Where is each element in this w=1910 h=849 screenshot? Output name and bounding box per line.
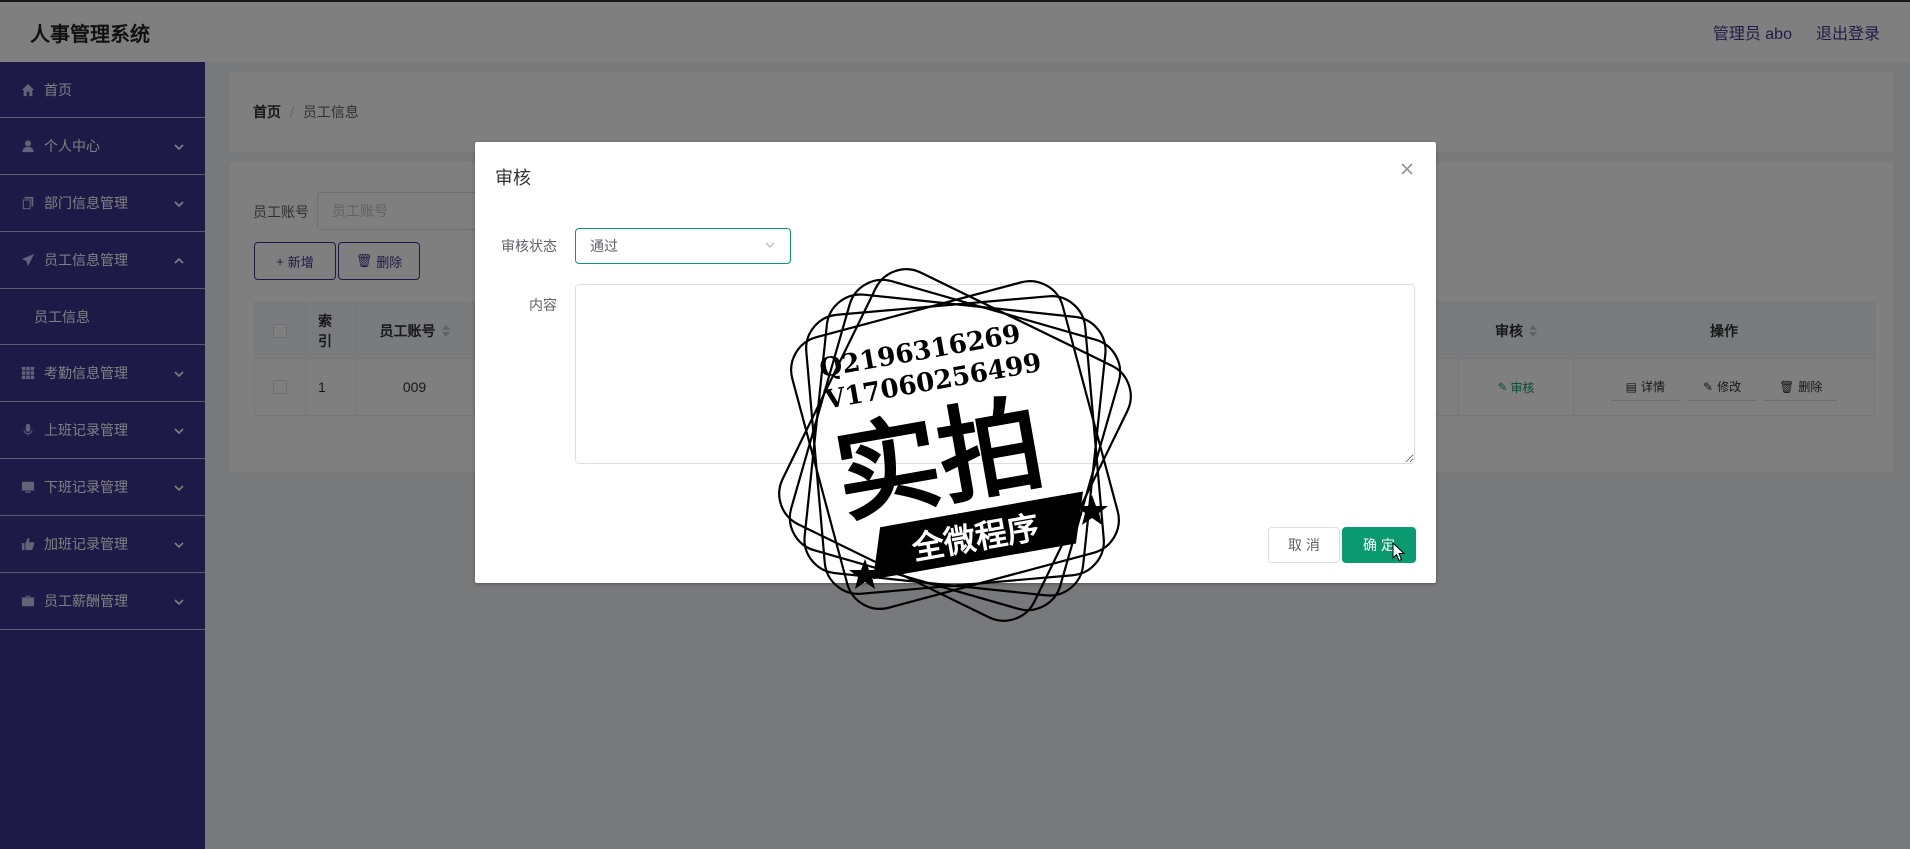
dialog-title: 审核 <box>495 168 531 188</box>
audit-status-value: 通过 <box>590 238 618 254</box>
audit-status-select[interactable]: 通过 <box>575 228 791 264</box>
content-label: 内容 <box>529 297 557 313</box>
content-textarea[interactable] <box>575 284 1415 464</box>
close-icon[interactable] <box>1400 162 1416 178</box>
mouse-cursor-icon <box>1392 542 1406 562</box>
audit-status-label: 审核状态 <box>501 238 557 254</box>
cancel-button[interactable]: 取 消 <box>1268 527 1340 563</box>
chevron-down-icon <box>764 238 776 254</box>
audit-dialog: 审核 审核状态 通过 内容 取 消 确 定 <box>475 142 1436 583</box>
